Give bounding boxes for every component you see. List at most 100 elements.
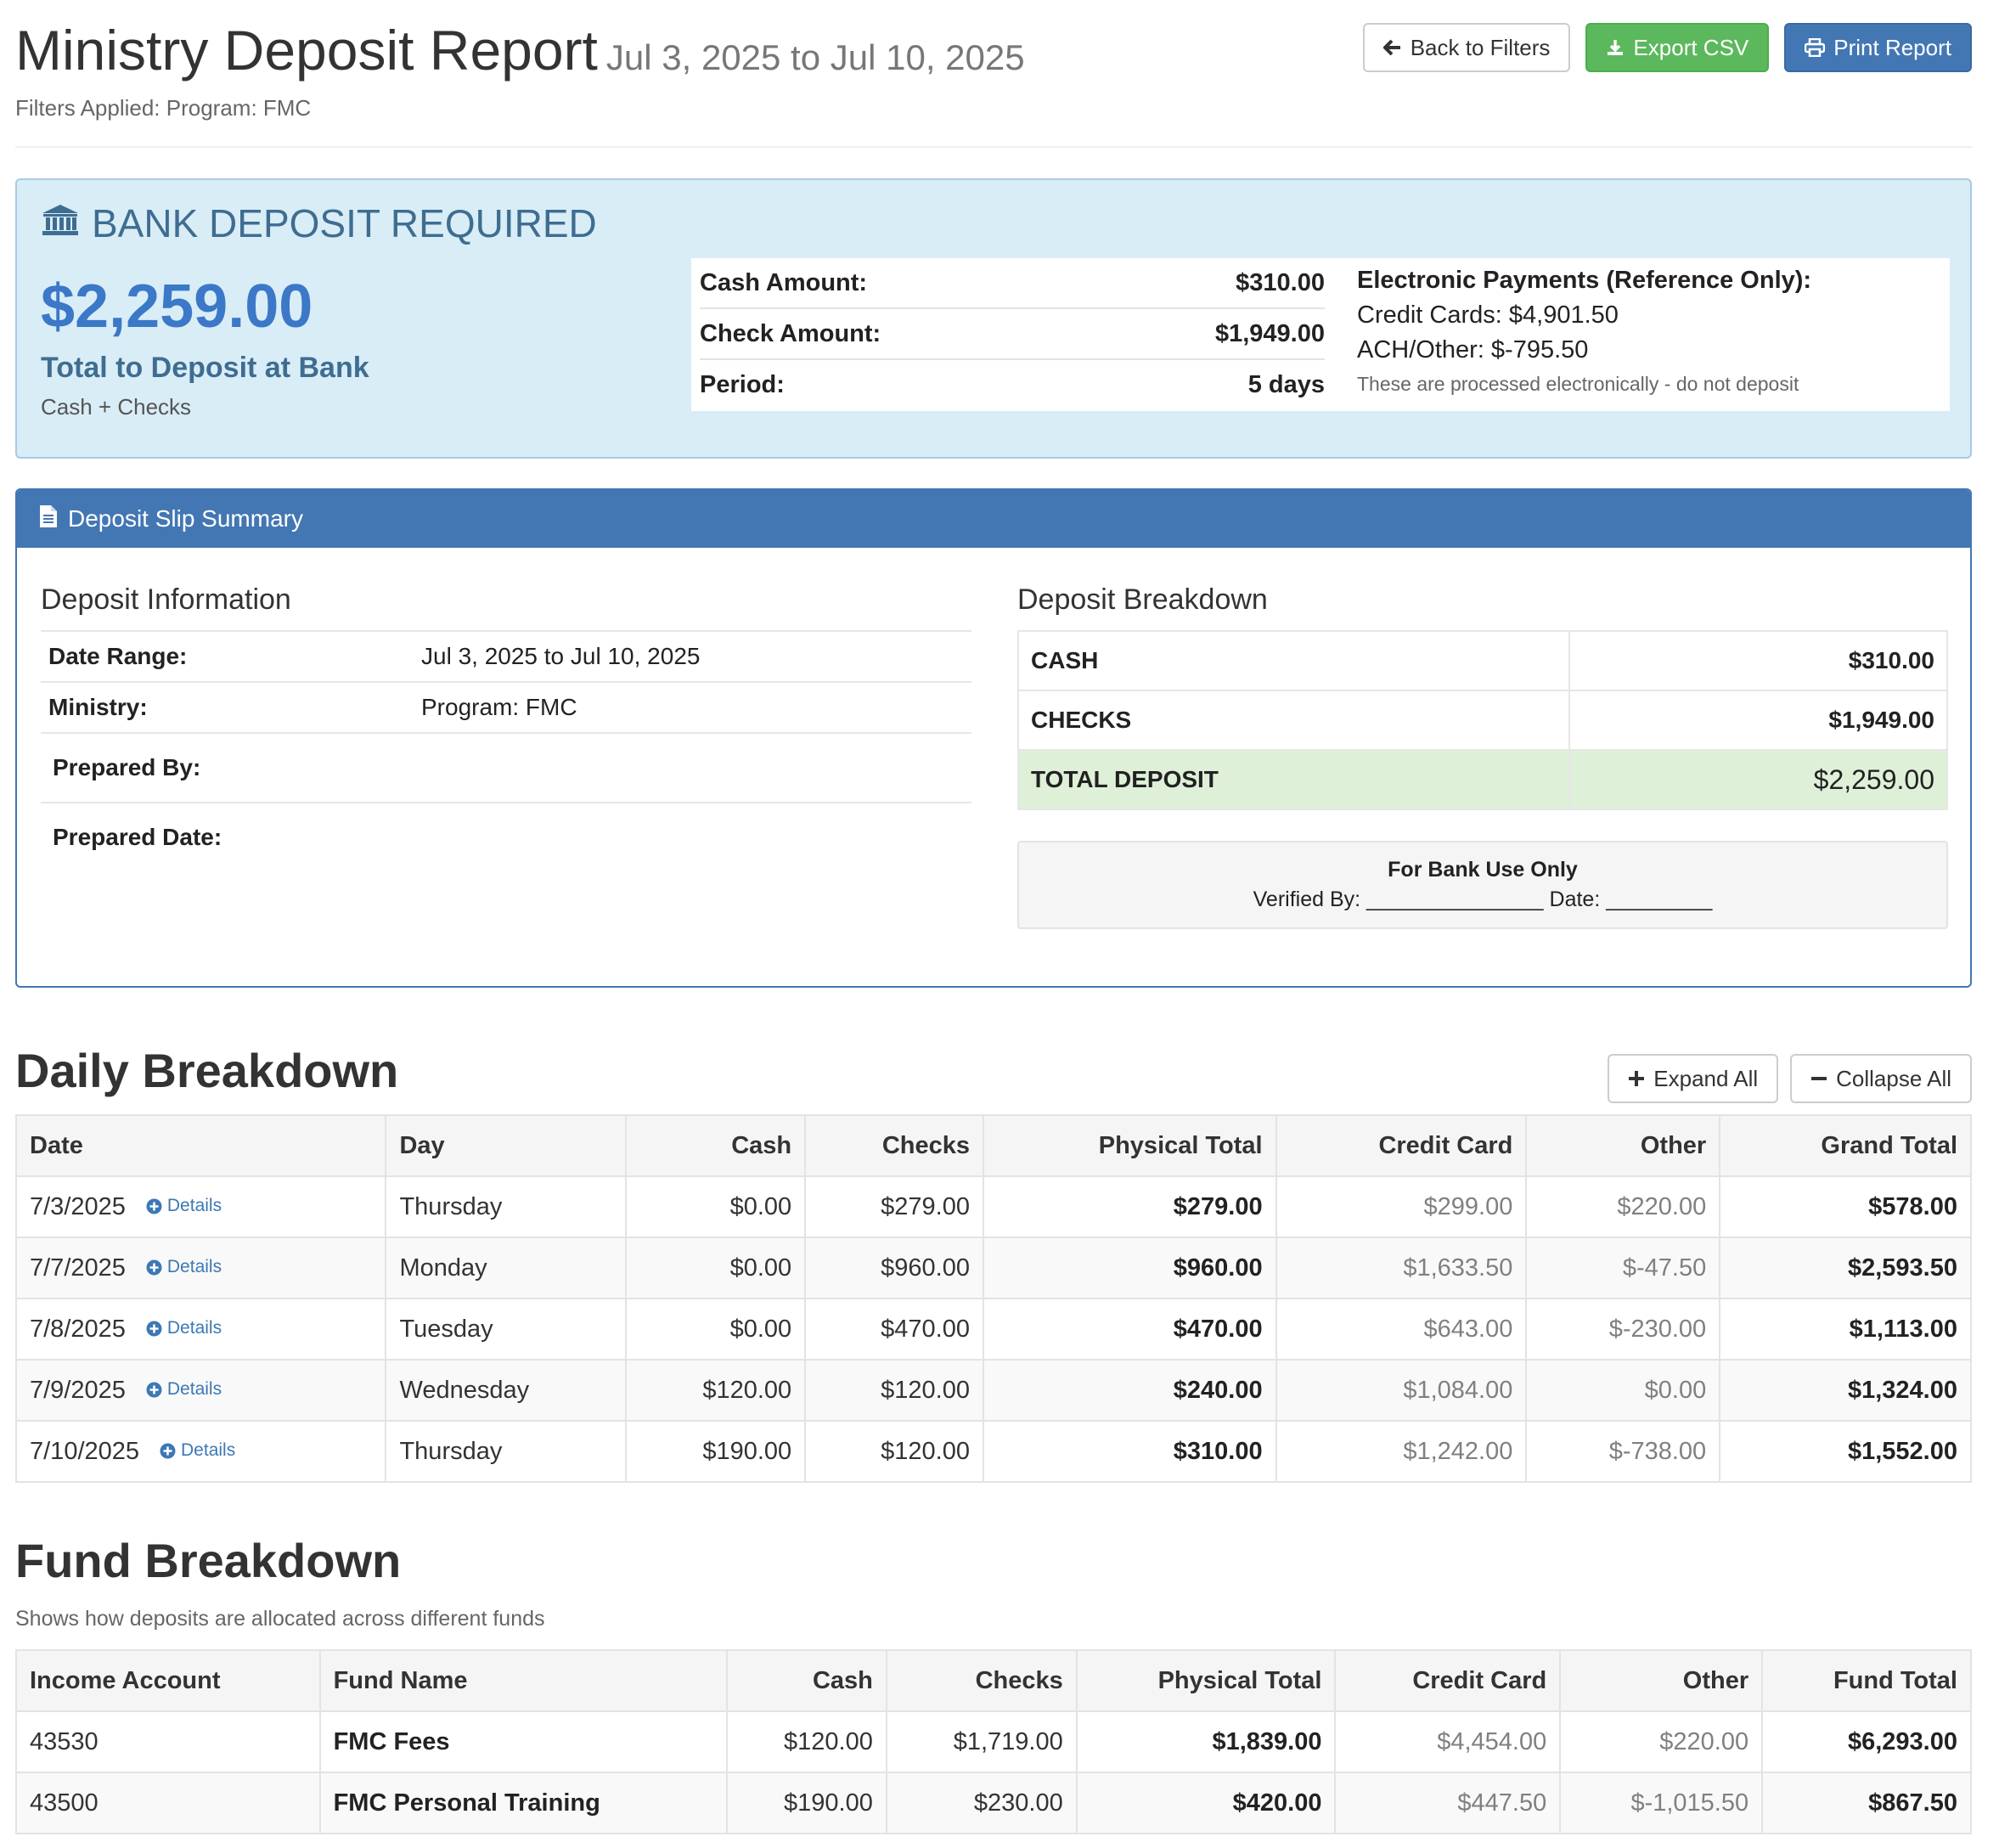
expand-all-button[interactable]: Expand All (1608, 1054, 1779, 1103)
column-header: Cash (725, 1649, 887, 1712)
collapse-all-button[interactable]: Collapse All (1790, 1054, 1972, 1103)
deposit-total-subtext: Cash + Checks (41, 394, 192, 420)
summary-value: $310.00 (1236, 268, 1325, 296)
table-header-row: Income Account Fund Name Cash Checks Phy… (15, 1649, 1972, 1712)
plus-circle-icon (146, 1321, 162, 1337)
table-row: 7/3/2025 Details Thursday $0.00 $279.00 $279.… (14, 1175, 1972, 1238)
back-to-filters-label: Back to Filters (1410, 34, 1551, 60)
page-title-text: Ministry Deposit Report (15, 19, 598, 82)
column-header: Checks (885, 1649, 1078, 1712)
row-date: 7/10/2025 (30, 1437, 140, 1465)
bank-deposit-title-text: BANK DEPOSIT REQUIRED (92, 201, 597, 245)
row-date: 7/3/2025 (30, 1192, 126, 1220)
deposit-breakdown: Deposit Breakdown CASH $310.00 CHECKS $1,9… (1017, 583, 1949, 929)
deposit-total-label: Total to Deposit at Bank (41, 352, 369, 384)
deposit-information: Deposit Information Date Range: Jul 3, 20… (41, 583, 971, 871)
prepared-date-field[interactable] (414, 802, 971, 871)
details-toggle[interactable]: Details (146, 1318, 222, 1338)
date-cell: 7/8/2025 Details (14, 1298, 387, 1361)
details-toggle[interactable]: Details (160, 1440, 235, 1461)
checks-cell: $120.00 (804, 1359, 984, 1422)
plus-circle-icon (146, 1198, 162, 1214)
fund-name-cell: FMC Personal Training (318, 1772, 728, 1834)
grand-total-cell: $1,113.00 (1719, 1298, 1972, 1361)
fund-name-cell: FMC Fees (318, 1710, 728, 1773)
column-header: Other (1559, 1649, 1764, 1712)
info-row-ministry: Ministry: Program: FMC (41, 681, 971, 733)
cash-cell: $0.00 (625, 1298, 807, 1361)
deposit-breakdown-table: CASH $310.00 CHECKS $1,949.00 TOTAL DEPOSI… (1017, 630, 1949, 810)
summary-label: Check Amount: (700, 307, 1090, 359)
export-csv-button[interactable]: Export CSV (1585, 23, 1770, 72)
checks-cell: $1,719.00 (885, 1710, 1078, 1773)
breakdown-row-cash: CASH $310.00 (1017, 630, 1949, 691)
other-cell: $-1,015.50 (1559, 1772, 1764, 1834)
row-date: 7/7/2025 (30, 1254, 126, 1282)
other-cell: $220.00 (1559, 1710, 1764, 1773)
bank-deposit-alert: BANK DEPOSIT REQUIRED $2,259.00 Total to… (15, 178, 1972, 459)
summary-label: Cash Amount: (700, 268, 868, 296)
details-label: Details (166, 1379, 222, 1399)
fund-breakdown-title: Fund Breakdown (15, 1534, 402, 1587)
details-toggle[interactable]: Details (146, 1196, 222, 1216)
breakdown-value: $1,949.00 (1568, 690, 1949, 751)
day-cell: Thursday (385, 1420, 628, 1483)
deposit-information-heading: Deposit Information (41, 583, 291, 616)
physical-total-cell: $1,839.00 (1075, 1710, 1337, 1773)
column-header: Credit Card (1275, 1114, 1528, 1177)
column-header: Other (1525, 1114, 1721, 1177)
cash-cell: $120.00 (625, 1359, 807, 1422)
deposit-slip-heading: Deposit Slip Summary (17, 490, 1970, 548)
day-cell: Wednesday (385, 1359, 628, 1422)
details-toggle[interactable]: Details (146, 1379, 222, 1400)
back-to-filters-button[interactable]: Back to Filters (1362, 23, 1571, 72)
other-cell: $-738.00 (1525, 1420, 1721, 1483)
cash-cell: $0.00 (625, 1237, 807, 1299)
collapse-all-label: Collapse All (1836, 1065, 1951, 1091)
details-label: Details (166, 1318, 222, 1338)
page-title: Ministry Deposit Report Jul 3, 2025 to Ju… (15, 15, 1025, 93)
info-row-prepared-date: Prepared Date: (41, 802, 971, 871)
filters-applied: Filters Applied: Program: FMC (15, 95, 312, 121)
grand-total-cell: $1,552.00 (1719, 1420, 1972, 1483)
physical-total-cell: $470.00 (983, 1298, 1277, 1361)
fund-total-cell: $6,293.00 (1761, 1710, 1972, 1773)
print-report-label: Print Report (1833, 34, 1951, 60)
grand-total-cell: $2,593.50 (1719, 1237, 1972, 1299)
cash-cell: $190.00 (725, 1772, 887, 1834)
table-row: 7/7/2025 Details Monday $0.00 $960.00 $960.00… (14, 1237, 1972, 1299)
date-cell: 7/3/2025 Details (14, 1175, 387, 1238)
plus-circle-icon (160, 1443, 176, 1459)
details-toggle[interactable]: Details (146, 1257, 222, 1277)
deposit-summary-table: Cash Amount: $310.00 Check Amount: $1,949.… (700, 258, 1325, 409)
physical-total-cell: $420.00 (1075, 1772, 1337, 1834)
table-header-row: Date Day Cash Checks Physical Total Cred… (14, 1114, 1972, 1177)
ach-other-line: ACH/Other: $-795.50 (1357, 336, 1589, 363)
deposit-information-table: Date Range: Jul 3, 2025 to Jul 10, 2025 M… (41, 630, 971, 871)
other-cell: $-230.00 (1525, 1298, 1721, 1361)
report-page: Ministry Deposit Report Jul 3, 2025 to Ju… (0, 0, 1999, 1848)
print-report-button[interactable]: Print Report (1784, 23, 1972, 72)
credit-card-cell: $4,454.00 (1334, 1710, 1562, 1773)
table-row: 7/8/2025 Details Tuesday $0.00 $470.00 $470.0… (14, 1298, 1972, 1361)
details-label: Details (181, 1440, 236, 1460)
breakdown-label: CHECKS (1017, 690, 1570, 751)
daily-breakdown-table: Date Day Cash Checks Physical Total Cred… (14, 1114, 1972, 1483)
column-header: Physical Total (1075, 1649, 1337, 1712)
electronic-payments-note: These are processed electronically - do … (1357, 373, 1799, 395)
prepared-by-field[interactable] (414, 732, 971, 803)
deposit-summary-panel: Cash Amount: $310.00 Check Amount: $1,949.… (691, 258, 1950, 411)
cash-cell: $120.00 (725, 1710, 887, 1773)
summary-row: Cash Amount: $310.00 (700, 258, 1325, 308)
column-header: Credit Card (1334, 1649, 1562, 1712)
download-icon (1606, 38, 1625, 57)
deposit-slip-title: Deposit Slip Summary (68, 505, 303, 532)
bank-use-line: Verified By: _______________ Date: _____… (1253, 887, 1713, 911)
column-header: Day (385, 1114, 628, 1177)
table-row: 7/10/2025 Details Thursday $190.00 $120.00 $3… (14, 1420, 1972, 1483)
day-cell: Tuesday (385, 1298, 628, 1361)
breakdown-label: TOTAL DEPOSIT (1017, 749, 1570, 810)
table-row: 43530 FMC Fees $120.00 $1,719.00 $1,839.00 $4… (15, 1710, 1972, 1773)
bank-icon (41, 200, 80, 246)
minus-icon (1810, 1070, 1827, 1087)
